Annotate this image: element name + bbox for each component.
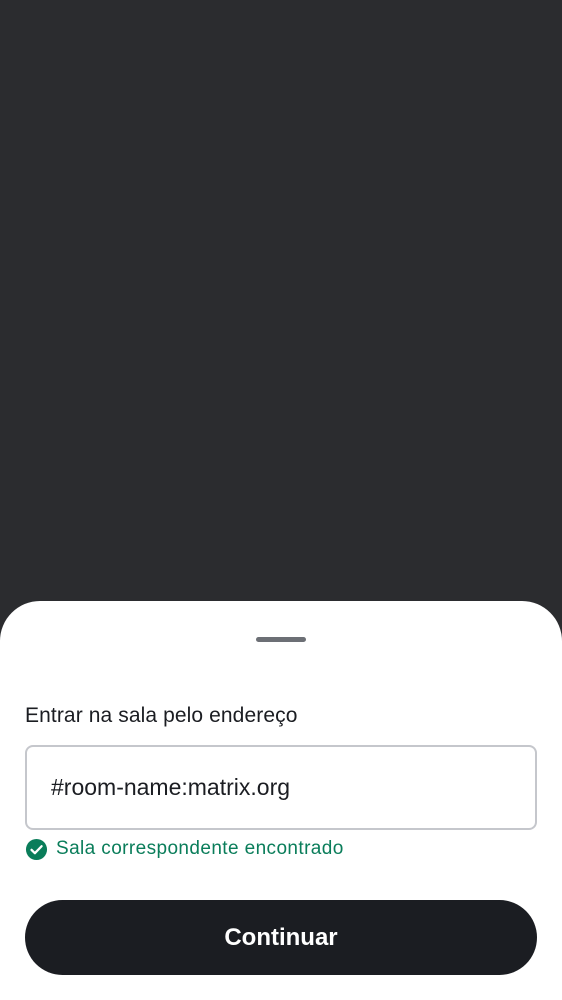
- drag-handle[interactable]: [256, 637, 306, 642]
- match-status-text: Sala correspondente encontrado: [56, 838, 344, 859]
- match-status: Sala correspondente encontrado: [25, 837, 344, 861]
- continue-button[interactable]: Continuar: [25, 900, 537, 975]
- address-field-label: Entrar na sala pelo endereço: [25, 704, 298, 727]
- room-address-input[interactable]: [25, 745, 537, 830]
- check-circle-icon: [25, 838, 48, 860]
- bottom-sheet: Entrar na sala pelo endereço Sala corres…: [0, 601, 562, 1000]
